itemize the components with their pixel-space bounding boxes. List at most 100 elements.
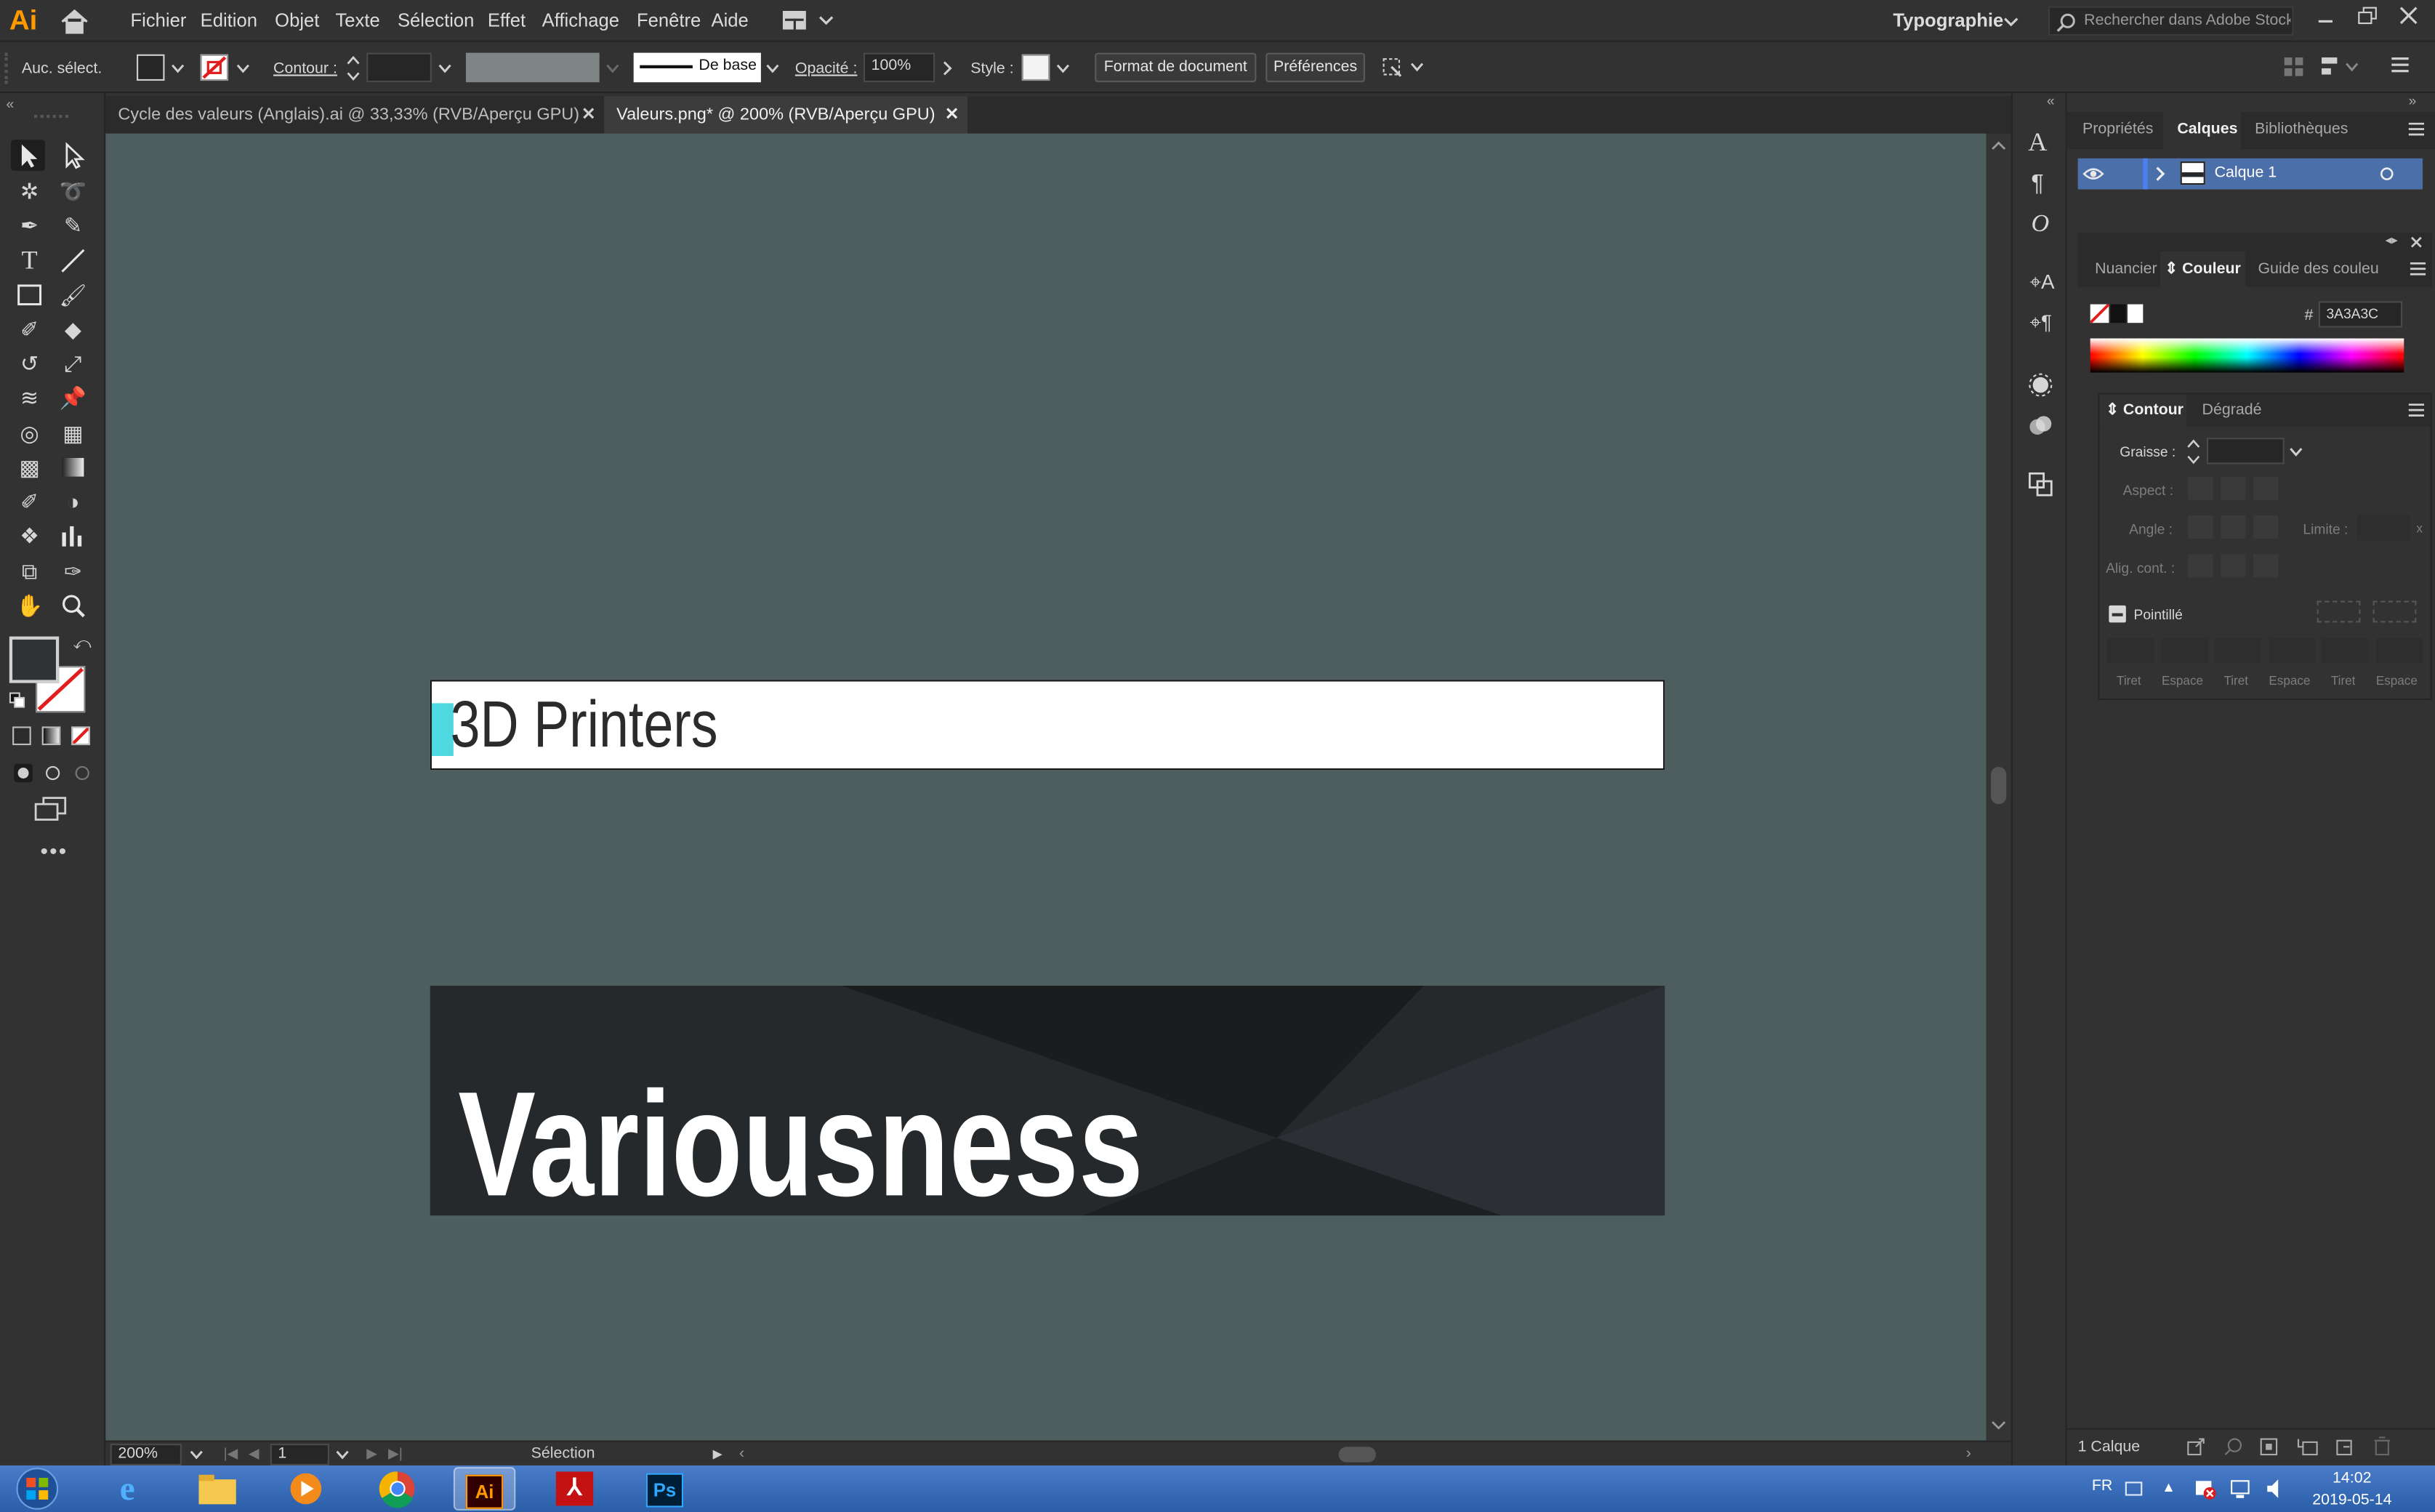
chevron-down-icon[interactable] xyxy=(1056,64,1070,73)
gap-field-2[interactable] xyxy=(2269,638,2316,663)
close-tab-icon[interactable] xyxy=(944,105,959,121)
puppet-warp-tool-icon[interactable]: 📌 xyxy=(56,382,90,413)
menu-edition[interactable]: Edition xyxy=(201,9,257,31)
media-player-icon[interactable] xyxy=(275,1467,337,1511)
export-icon[interactable] xyxy=(2186,1437,2205,1456)
expand-panels-icon[interactable]: « xyxy=(2047,93,2055,108)
graph-tool-icon[interactable] xyxy=(56,520,90,551)
workspace-switcher[interactable]: Typographie xyxy=(1893,9,2003,31)
new-sublayer-icon[interactable] xyxy=(2297,1437,2319,1456)
clipping-mask-icon[interactable] xyxy=(2260,1437,2279,1456)
scale-tool-icon[interactable]: ⤢ xyxy=(56,347,90,379)
close-icon[interactable] xyxy=(2399,7,2418,25)
volume-icon[interactable] xyxy=(2266,1478,2287,1500)
more-tools-icon[interactable]: ••• xyxy=(41,838,68,863)
shaper-tool-icon[interactable]: ✐ xyxy=(12,313,47,345)
width-tool-icon[interactable]: ≋ xyxy=(12,382,47,413)
fill-swatch[interactable] xyxy=(137,54,165,81)
type-tool-icon[interactable]: T xyxy=(12,245,47,276)
maximize-icon[interactable] xyxy=(2357,7,2379,25)
slice-tool-icon[interactable]: ✑ xyxy=(56,556,90,587)
menu-selection[interactable]: Sélection xyxy=(398,9,474,31)
artboard-variousness[interactable]: Variousness xyxy=(430,986,1665,1216)
miter-join-icon[interactable] xyxy=(2188,515,2213,539)
dash-preserve-icon[interactable] xyxy=(2317,600,2361,623)
hex-color-field[interactable]: 3A3A3C xyxy=(2318,301,2403,328)
transparency-panel-icon[interactable] xyxy=(2028,413,2053,438)
pathfinder-panel-icon[interactable] xyxy=(2028,472,2053,496)
keyboard-icon[interactable] xyxy=(2125,1481,2144,1496)
dash-align-icon[interactable] xyxy=(2372,600,2417,623)
status-menu-icon[interactable]: ▶ xyxy=(713,1447,723,1460)
menu-affichage[interactable]: Affichage xyxy=(542,9,619,31)
projecting-cap-icon[interactable] xyxy=(2253,476,2279,500)
line-tool-icon[interactable] xyxy=(56,245,90,276)
layer-target-icon[interactable] xyxy=(2379,166,2394,182)
heading-variousness[interactable]: Variousness xyxy=(458,1061,1143,1215)
layer-row[interactable]: Calque 1 xyxy=(2077,158,2423,190)
internet-explorer-icon[interactable]: e xyxy=(96,1467,158,1511)
draw-behind-icon[interactable] xyxy=(44,764,63,783)
first-artboard-icon[interactable]: |◀ xyxy=(224,1445,238,1462)
tab-guide-des-couleurs[interactable]: Guide des couleu xyxy=(2258,261,2382,278)
appearance-panel-icon[interactable] xyxy=(2028,373,2053,398)
dash-field-1[interactable] xyxy=(2107,638,2154,663)
trash-icon[interactable] xyxy=(2373,1436,2392,1456)
none-mode-icon[interactable] xyxy=(71,726,90,746)
taskbar-photoshop[interactable]: Ps xyxy=(634,1467,696,1511)
chevron-down-icon[interactable] xyxy=(2003,15,2019,28)
selection-tool-icon[interactable] xyxy=(10,140,45,171)
opacity-label[interactable]: Opacité : xyxy=(795,60,858,77)
gap-field-3[interactable] xyxy=(2375,638,2423,663)
tab-cycle-des-valeurs[interactable]: Cycle des valeurs (Anglais).ai @ 33,33% … xyxy=(105,96,603,134)
stroke-weight-field[interactable] xyxy=(366,52,432,83)
last-artboard-icon[interactable]: ▶| xyxy=(388,1445,403,1462)
tab-bibliotheques[interactable]: Bibliothèques xyxy=(2255,121,2348,138)
menu-objet[interactable]: Objet xyxy=(275,9,319,31)
stock-search-field[interactable]: Rechercher dans Adobe Stock xyxy=(2048,6,2294,36)
menu-fichier[interactable]: Fichier xyxy=(130,9,186,31)
tab-proprietes[interactable]: Propriétés xyxy=(2082,121,2153,138)
variable-width-profile[interactable] xyxy=(465,52,600,83)
pen-tool-icon[interactable]: ✒ xyxy=(12,209,47,241)
black-swatch[interactable] xyxy=(2110,304,2126,323)
tab-calques[interactable]: Calques xyxy=(2177,121,2237,138)
color-mode-icon[interactable] xyxy=(12,726,31,746)
scroll-right-icon[interactable]: › xyxy=(1966,1445,1971,1462)
dash-field-2[interactable] xyxy=(2214,638,2261,663)
chevron-down-icon[interactable] xyxy=(765,64,779,73)
chevron-right-icon[interactable] xyxy=(943,60,952,76)
align-inside-icon[interactable] xyxy=(2221,554,2246,578)
default-colors-icon[interactable] xyxy=(9,692,25,708)
bevel-join-icon[interactable] xyxy=(2253,515,2279,539)
panel-menu-icon[interactable] xyxy=(2408,403,2425,417)
eyedropper-icon[interactable]: ✐ xyxy=(12,486,47,517)
home-icon[interactable] xyxy=(59,8,90,34)
tab-degrade[interactable]: Dégradé xyxy=(2202,402,2262,419)
curvature-tool-icon[interactable]: ✎ xyxy=(56,209,90,241)
graphic-style-swatch[interactable] xyxy=(1021,54,1050,81)
brush-definition-field[interactable]: De base xyxy=(633,52,761,83)
minimize-icon[interactable] xyxy=(2317,12,2336,28)
canvas-area[interactable]: 3D Printers Variousness xyxy=(105,133,1987,1441)
arrange-documents-icon[interactable] xyxy=(782,10,836,31)
align-outside-icon[interactable] xyxy=(2253,554,2279,578)
shape-builder-icon[interactable]: ◎ xyxy=(12,417,47,449)
paragraph-panel-icon[interactable]: ¶ xyxy=(2032,171,2044,197)
preferences-button[interactable]: Préférences xyxy=(1265,52,1365,83)
prev-artboard-icon[interactable]: ◀ xyxy=(249,1445,259,1462)
menu-texte[interactable]: Texte xyxy=(335,9,379,31)
align-icon[interactable] xyxy=(2283,56,2305,78)
chrome-icon[interactable] xyxy=(366,1467,428,1511)
paragraph-styles-icon[interactable]: ⌖¶ xyxy=(2029,310,2052,335)
gradient-mode-icon[interactable] xyxy=(41,726,61,746)
panel-menu-icon[interactable] xyxy=(2391,57,2410,73)
scroll-left-icon[interactable]: ‹ xyxy=(739,1445,744,1462)
artboard-tool-icon[interactable]: ⧉ xyxy=(12,556,47,587)
next-artboard-icon[interactable]: ▶ xyxy=(366,1445,377,1462)
chevron-down-icon[interactable] xyxy=(2289,447,2303,457)
chevron-down-icon[interactable] xyxy=(236,64,250,73)
draw-normal-icon[interactable] xyxy=(14,763,33,783)
stepper-arrows-icon[interactable] xyxy=(2186,438,2200,465)
locate-object-icon[interactable] xyxy=(2223,1437,2242,1456)
